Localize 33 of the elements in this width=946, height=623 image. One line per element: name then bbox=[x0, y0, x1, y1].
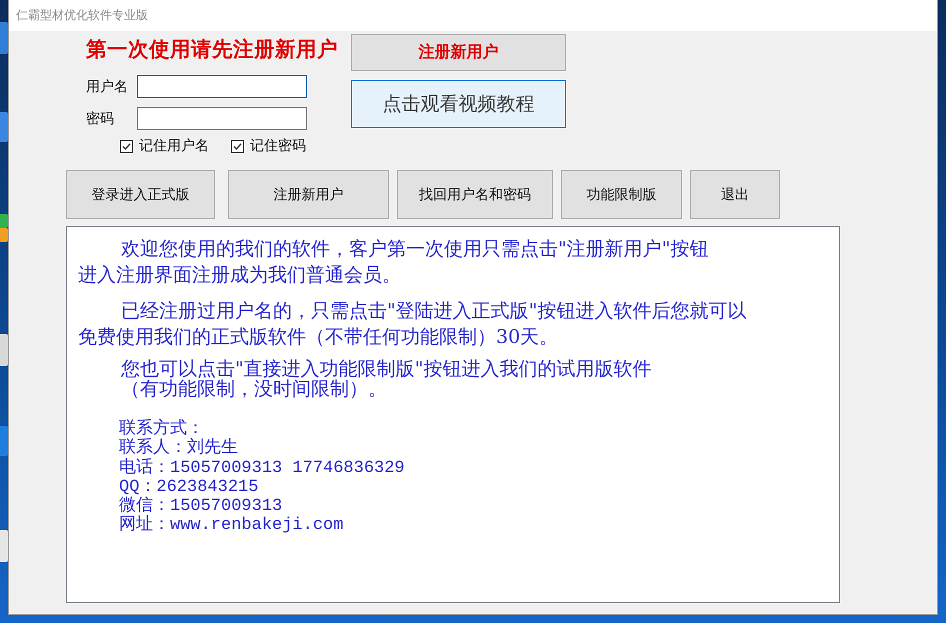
checkbox[interactable] bbox=[120, 140, 133, 152]
register-button[interactable]: 注册新用户 bbox=[351, 34, 566, 71]
action-button[interactable]: 注册新用户 bbox=[228, 170, 389, 219]
checkbox-label: 记住用户名 bbox=[139, 139, 209, 153]
notice-paragraph: 您也可以点击"直接进入功能限制版"按钮进入我们的试用版软件 （有功能限制，没时间限制）。 bbox=[120, 360, 652, 399]
field-label: 密码 bbox=[86, 110, 115, 128]
password-field[interactable] bbox=[137, 107, 307, 130]
desktop-icon[interactable] bbox=[0, 426, 8, 456]
field-label: 用户名 bbox=[86, 78, 129, 96]
contact-line: 微信：15057009313 bbox=[119, 497, 282, 516]
desktop-icon[interactable] bbox=[0, 214, 8, 228]
desktop-icon[interactable] bbox=[0, 334, 8, 366]
contact-line: 网址：www.renbakeji.com bbox=[119, 516, 344, 536]
contact-line: 联系方式： bbox=[119, 420, 204, 439]
register-prompt-heading: 第一次使用请先注册新用户 bbox=[86, 36, 338, 63]
window-title: 仁霸型材优化软件专业版 bbox=[16, 7, 148, 24]
desktop-icon[interactable] bbox=[0, 530, 8, 562]
checkbox[interactable] bbox=[231, 140, 244, 152]
desktop-icon[interactable] bbox=[0, 228, 8, 242]
desktop-icon[interactable] bbox=[0, 22, 8, 54]
action-button[interactable]: 功能限制版 bbox=[561, 170, 682, 219]
username-field[interactable] bbox=[137, 75, 307, 98]
notice-paragraph: 已经注册过用户名的，只需点击"登陆进入正式版"按钮进入软件后您就可以 免费使用我们的正式版软件（不带任何功能限制）30天。 bbox=[78, 299, 746, 350]
action-button[interactable]: 找回用户名和密码 bbox=[397, 170, 553, 219]
contact-line: 联系人：刘先生 bbox=[119, 439, 238, 458]
action-button[interactable]: 登录进入正式版 bbox=[66, 170, 215, 219]
video-tutorial-button[interactable]: 点击观看视频教程 bbox=[351, 80, 566, 128]
contact-line: 电话：15057009313 17746836329 bbox=[119, 458, 405, 478]
notice-paragraph: 欢迎您使用的我们的软件，客户第一次使用只需点击"注册新用户"按钮 进入注册界面注册成为我们普通会员。 bbox=[78, 237, 708, 288]
desktop-icon[interactable] bbox=[0, 112, 8, 142]
contact-line: QQ：2623843215 bbox=[119, 478, 258, 497]
action-button[interactable]: 退出 bbox=[690, 170, 780, 219]
checkbox-label: 记住密码 bbox=[250, 139, 306, 153]
